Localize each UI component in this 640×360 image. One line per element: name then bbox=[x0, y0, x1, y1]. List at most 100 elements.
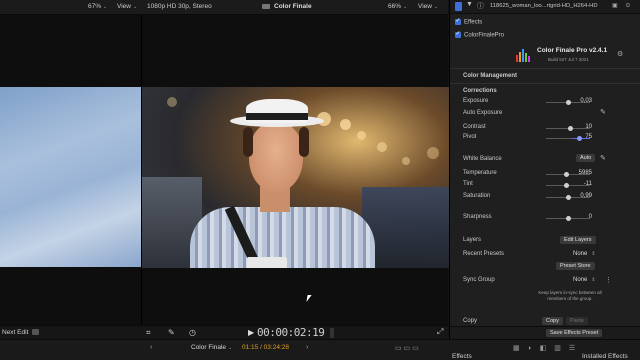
slider-knob[interactable] bbox=[566, 216, 571, 221]
sync-group-label: Sync Group bbox=[463, 277, 495, 283]
chevron-down-icon: ⌄ bbox=[132, 4, 138, 10]
sharpness-label: Sharpness bbox=[463, 214, 492, 220]
color-management-label: Color Management bbox=[463, 73, 518, 79]
main-viewer[interactable] bbox=[141, 15, 449, 325]
transform-tool-icon[interactable]: ✎ bbox=[168, 328, 175, 337]
forward-arrow-icon[interactable]: › bbox=[306, 344, 308, 351]
sync-group-dropdown[interactable]: None ⇕ bbox=[573, 277, 596, 283]
copy-button[interactable]: Copy bbox=[542, 317, 563, 325]
white-balance-label: White Balance bbox=[463, 156, 502, 162]
effects-label: Effects bbox=[452, 353, 472, 360]
format-label: 1080p HD 30p, Stereo bbox=[147, 3, 212, 10]
info-icon[interactable]: ⓘ bbox=[477, 1, 484, 11]
crop-tool-icon[interactable]: ⌗ bbox=[146, 328, 151, 338]
project-dropdown[interactable]: Color Finale ⌄ bbox=[191, 344, 232, 351]
effect-title: Color Finale bbox=[262, 3, 312, 10]
audio-meter-icon bbox=[330, 328, 334, 338]
updown-chevron-icon: ⇕ bbox=[591, 251, 596, 257]
fullscreen-icon[interactable]: ⤢ bbox=[437, 327, 443, 337]
plugin-title: Color Finale Pro v2.4.1 bbox=[537, 47, 608, 54]
preset-store-button[interactable]: Preset Store bbox=[556, 262, 595, 270]
temperature-label: Temperature bbox=[463, 170, 497, 176]
eyedropper-icon[interactable]: ✎ bbox=[600, 108, 606, 116]
timeline-tools-icon[interactable]: ▭ ▭ ▭ bbox=[395, 344, 419, 352]
settings-gear-icon[interactable]: ⚙ bbox=[617, 50, 623, 58]
reference-frame-image bbox=[0, 87, 141, 267]
timeline-toolbar: ‹ Color Finale ⌄ 01:15 / 03:24:28 › ▭ ▭ ▭… bbox=[0, 339, 640, 360]
slider-knob[interactable] bbox=[566, 100, 571, 105]
contrast-slider[interactable] bbox=[546, 126, 590, 131]
play-button[interactable]: ▶ bbox=[248, 328, 254, 337]
pivot-slider[interactable] bbox=[546, 136, 590, 141]
sharpness-value[interactable]: 0 bbox=[589, 214, 592, 220]
plugin-build: Build 527 Jul 7 2021 bbox=[548, 57, 589, 62]
contrast-label: Contrast bbox=[463, 124, 486, 130]
updown-chevron-icon: ⇕ bbox=[591, 277, 596, 283]
pivot-value[interactable]: 75 bbox=[585, 134, 592, 140]
inspector-icons[interactable]: ▣ ⊙ bbox=[612, 2, 633, 9]
sync-group-note: Keep layers in-sync between all members … bbox=[538, 290, 602, 301]
copy-label: Copy bbox=[463, 318, 478, 324]
chevron-down-icon: ⌄ bbox=[103, 4, 108, 10]
pivot-label: Pivot bbox=[463, 134, 477, 140]
zoom-left-dropdown[interactable]: 67% ⌄ bbox=[88, 3, 107, 10]
saturation-label: Saturation bbox=[463, 193, 491, 199]
next-edit-icon bbox=[32, 329, 40, 336]
timeline-icons[interactable]: ▦ ◗ ◧ ▥ ☰ bbox=[513, 344, 578, 352]
color-finale-logo-icon bbox=[516, 48, 530, 62]
film-icon bbox=[262, 3, 270, 9]
speed-tool-icon[interactable]: ◷ bbox=[189, 328, 196, 337]
sharpness-slider[interactable] bbox=[546, 216, 590, 221]
left-viewer[interactable] bbox=[0, 15, 141, 325]
view-right-dropdown[interactable]: View ⌄ bbox=[418, 3, 438, 10]
tint-value[interactable]: -11 bbox=[584, 181, 592, 187]
edit-layers-button[interactable]: Edit Layers bbox=[560, 236, 596, 244]
corrections-label: Corrections bbox=[463, 88, 497, 94]
recent-presets-dropdown[interactable]: None ⇕ bbox=[573, 251, 596, 257]
paste-button[interactable]: Paste bbox=[566, 317, 589, 325]
slider-knob[interactable] bbox=[566, 195, 571, 200]
slider-knob[interactable] bbox=[564, 183, 569, 188]
layers-label: Layers bbox=[463, 237, 482, 243]
contrast-value[interactable]: 10 bbox=[585, 124, 592, 130]
timecode-display: 00:00:02:19 bbox=[257, 326, 325, 339]
auto-white-balance-button[interactable]: Auto bbox=[576, 154, 596, 162]
divider bbox=[450, 68, 640, 69]
next-edit-button[interactable]: Next Edit bbox=[2, 329, 40, 336]
video-frame-woman-with-hat bbox=[142, 87, 449, 268]
inspector-header: ▼ ⓘ 118625_woman_loo...rtgrid-HD_H264-HD… bbox=[450, 0, 640, 14]
recent-presets-label: Recent Presets bbox=[463, 251, 505, 257]
installed-effects-label: Installed Effects bbox=[582, 353, 628, 360]
timeline-time: 01:15 / 03:24:28 bbox=[242, 344, 289, 351]
eyedropper-icon[interactable]: ✎ bbox=[600, 154, 606, 162]
checkbox-icon[interactable] bbox=[455, 17, 461, 25]
inspector-panel: ▼ ⓘ 118625_woman_loo...rtgrid-HD_H264-HD… bbox=[449, 0, 640, 339]
zoom-right-dropdown[interactable]: 66% ⌄ bbox=[388, 3, 407, 10]
save-effects-preset-button[interactable]: Save Effects Preset bbox=[546, 329, 603, 337]
back-arrow-icon[interactable]: ‹ bbox=[150, 344, 152, 351]
temperature-value[interactable]: 5985 bbox=[579, 170, 592, 176]
chevron-down-icon: ⌄ bbox=[403, 4, 408, 10]
inspector-tab-icon[interactable] bbox=[455, 2, 462, 11]
chevron-down-icon: ⌄ bbox=[228, 345, 233, 351]
plugin-checkbox-row[interactable]: ColorFinalePro bbox=[455, 30, 504, 39]
slider-knob[interactable] bbox=[568, 126, 573, 131]
auto-exposure-label: Auto Exposure bbox=[463, 110, 503, 116]
tint-label: Tint bbox=[463, 181, 473, 187]
view-left-dropdown[interactable]: View ⌄ bbox=[117, 3, 137, 10]
saturation-value[interactable]: 0,99 bbox=[580, 193, 592, 199]
slider-knob[interactable] bbox=[577, 136, 582, 141]
filter-icon[interactable]: ▼ bbox=[466, 1, 473, 8]
exposure-label: Exposure bbox=[463, 98, 489, 104]
more-options-icon[interactable]: ⋮ bbox=[605, 276, 612, 284]
divider bbox=[450, 83, 640, 84]
viewer-footer: Next Edit ⌗ ✎ ◷ ▶ 00:00:02:19 ⤢ bbox=[0, 325, 448, 339]
slider-knob[interactable] bbox=[564, 172, 569, 177]
checkbox-icon[interactable] bbox=[455, 30, 461, 38]
clip-filename: 118625_woman_loo...rtgrid-HD_H264-HD bbox=[490, 3, 598, 9]
inspector-footer: Save Effects Preset bbox=[450, 326, 640, 339]
effects-checkbox-row[interactable]: Effects bbox=[455, 17, 482, 26]
exposure-value[interactable]: 0,03 bbox=[580, 98, 592, 104]
chevron-down-icon: ⌄ bbox=[433, 4, 439, 10]
mouse-cursor-icon bbox=[306, 295, 312, 302]
